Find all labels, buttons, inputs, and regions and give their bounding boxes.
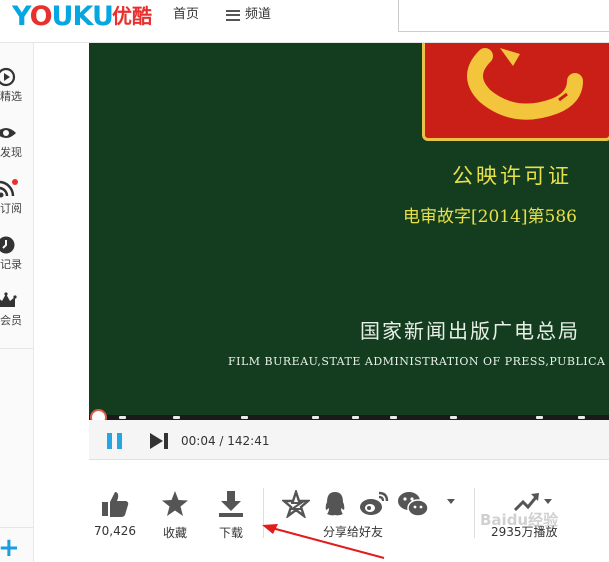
download-button[interactable]: 下载: [210, 490, 252, 542]
sidebar-item-label: 精选: [0, 90, 22, 103]
crown-icon: [0, 292, 17, 307]
play-circle-icon: [0, 67, 16, 87]
download-icon: [219, 491, 243, 517]
like-button[interactable]: 70,426: [92, 490, 138, 542]
time-display: 00:04 / 142:41: [181, 434, 270, 448]
nav-channel-label: 频道: [245, 7, 272, 22]
progress-marker: [536, 416, 543, 419]
plays-dropdown-icon[interactable]: [544, 499, 552, 504]
favorite-button[interactable]: 收藏: [153, 490, 197, 542]
sidebar-divider: [0, 527, 34, 528]
youku-logo[interactable]: YOUKU: [12, 2, 114, 32]
license-number: 电审故字[2014]第586: [403, 207, 577, 227]
top-header: YOUKU 优酷 首页 频道: [0, 0, 609, 43]
clock-icon: [0, 236, 15, 254]
license-title: 公映许可证: [452, 164, 572, 188]
sidebar-item-label: 订阅: [0, 202, 22, 215]
left-sidebar: 精选 发现 订阅 记录 会员 +: [0, 43, 34, 562]
youku-page: YOUKU 优酷 首页 频道 精选 发现 订阅 记录 会员 + 公映许可证 电审…: [0, 0, 609, 562]
player-controls: 00:04 / 142:41: [89, 420, 609, 460]
progress-marker: [119, 416, 126, 419]
download-label: 下载: [218, 526, 243, 540]
wechat-icon[interactable]: [397, 490, 429, 518]
sidebar-item-label: 会员: [0, 314, 22, 327]
dragon-logo-icon: [467, 48, 583, 120]
progress-marker: [450, 416, 457, 419]
youku-logo-cn[interactable]: 优酷: [112, 4, 152, 28]
sidebar-item-label: 记录: [0, 258, 22, 271]
share-more-dropdown-icon[interactable]: [447, 499, 455, 504]
sidebar-item-label: 发现: [0, 146, 22, 159]
rss-icon: [0, 179, 18, 198]
qq-icon[interactable]: [322, 490, 348, 518]
progress-marker: [352, 416, 359, 419]
bureau-name-cn: 国家新闻出版广电总局: [360, 319, 580, 343]
menu-icon: [226, 9, 240, 21]
pause-icon[interactable]: [107, 433, 122, 449]
bureau-name-en: FILM BUREAU,STATE ADMINISTRATION OF PRES…: [228, 355, 606, 368]
progress-marker: [390, 416, 397, 419]
nav-channel-link[interactable]: 频道: [226, 7, 271, 23]
progress-marker: [241, 416, 248, 419]
baidu-watermark: Baidu经验: [480, 511, 559, 529]
favorite-label: 收藏: [162, 526, 187, 540]
sidebar-divider: [0, 348, 34, 349]
progress-marker: [578, 416, 585, 419]
nav-home-link[interactable]: 首页: [173, 7, 199, 23]
star-icon: [162, 491, 188, 516]
video-player[interactable]: 公映许可证 电审故字[2014]第586 国家新闻出版广电总局 FILM BUR…: [89, 43, 609, 415]
search-input[interactable]: [398, 0, 609, 32]
like-count: 70,426: [94, 524, 136, 538]
progress-marker: [312, 416, 319, 419]
annotation-arrow-icon: [262, 524, 385, 559]
next-track-icon[interactable]: [150, 433, 169, 449]
film-license-emblem: [422, 43, 609, 141]
action-separator: [474, 488, 475, 538]
sidebar-add-button[interactable]: +: [0, 535, 20, 561]
eye-icon: [0, 128, 16, 138]
weibo-icon[interactable]: [359, 490, 389, 518]
progress-marker: [173, 416, 180, 419]
thumbs-up-icon: [102, 492, 129, 517]
qzone-star-icon[interactable]: [282, 490, 310, 518]
